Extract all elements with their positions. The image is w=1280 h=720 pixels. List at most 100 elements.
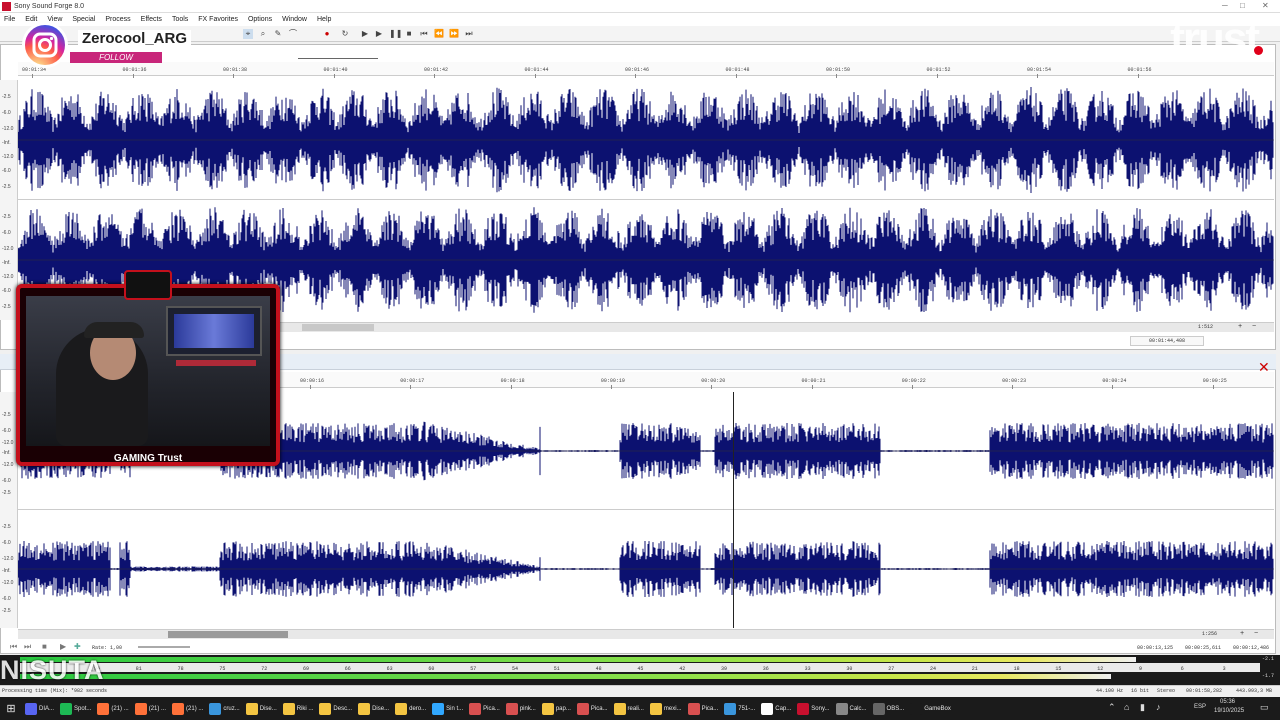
forward-icon[interactable]: ⏩ [449,29,459,39]
ruler-tick-label: 00:01:48 [725,67,750,73]
status-size: 443.993,3 MB [1236,688,1273,694]
taskbar-item[interactable]: (21) ... [132,697,169,720]
top-scroll-thumb[interactable] [302,324,374,331]
taskbar-item[interactable]: Dise... [355,697,392,720]
taskbar-item[interactable]: (21) ... [169,697,206,720]
play-all-icon[interactable]: ▶ [360,29,370,39]
taskbar-item[interactable]: reali... [611,697,647,720]
bottom-play-icon[interactable]: ▶ [60,642,66,651]
window-title: Sony Sound Forge 8.0 [14,2,85,10]
ruler-tick-label: 00:00:16 [300,378,325,384]
envelope-tool-icon[interactable]: ⌒ [288,29,298,39]
minimize-button[interactable]: ─ [1222,1,1228,10]
bottom-play-all-icon[interactable]: ✚ [74,642,81,651]
notification-icon[interactable]: ▭ [1260,702,1269,713]
taskbar-item[interactable]: Desc... [316,697,355,720]
edit-tool-icon[interactable]: ⌖ [243,29,253,39]
bottom-horizontal-scrollbar[interactable] [18,629,1274,639]
ruler-tick-label: 00:01:54 [1027,67,1052,73]
menu-file[interactable]: File [4,16,15,23]
db-label: -12.0 [2,154,14,160]
zoom-in-icon[interactable]: + [1238,323,1242,331]
taskbar-item[interactable]: Pica... [466,697,503,720]
status-processing: Processing time (Mix): *982 seconds [2,688,108,694]
loop-icon[interactable]: ↻ [340,29,350,39]
taskbar-item[interactable]: Pica... [685,697,722,720]
pause-icon[interactable]: ❚❚ [389,29,402,39]
playback-cursor[interactable] [733,392,734,628]
taskbar-item-label: Cap... [775,705,792,712]
taskbar-item[interactable]: pap... [539,697,574,720]
taskbar-item[interactable]: Spot... [57,697,94,720]
taskbar-item[interactable]: 751-... [721,697,758,720]
taskbar-item[interactable]: dero... [392,697,429,720]
ruler-tick [132,74,134,78]
bottom-scroll-thumb[interactable] [168,631,288,638]
taskbar-item[interactable]: Calc... [833,697,870,720]
clock-time[interactable]: 05:36 [1220,699,1235,705]
bottom-stop-icon[interactable]: ■ [42,642,47,651]
meter-scale-label: 72 [261,666,268,672]
app-icon [134,702,147,715]
ruler-tick-label: 00:00:24 [1102,378,1127,384]
meter-scale-label: 18 [1013,666,1020,672]
menu-help[interactable]: Help [317,16,331,23]
play-icon[interactable]: ▶ [374,29,384,39]
taskbar-item[interactable]: (21) ... [94,697,131,720]
taskbar-item[interactable]: Pica... [574,697,611,720]
ruler-tick [333,74,335,78]
bottom-waveform-right-channel[interactable] [18,510,1274,628]
bottom-go-end-icon[interactable]: ⏭ [24,642,31,652]
language-indicator[interactable]: ESP [1194,704,1206,710]
pencil-tool-icon[interactable]: ✎ [273,29,283,39]
stop-icon[interactable]: ■ [404,29,414,39]
battery-icon[interactable]: ▮ [1140,702,1145,713]
top-waveform-left-channel[interactable] [18,80,1274,200]
rewind-icon[interactable]: ⏪ [434,29,444,39]
zoom-out-icon[interactable]: − [1252,323,1256,331]
taskbar-item[interactable]: pink... [503,697,539,720]
db-label: -6.0 [2,110,11,116]
record-icon[interactable]: ● [322,29,332,39]
taskbar-item[interactable]: Sin t... [429,697,466,720]
clock-date[interactable]: 19/10/2025 [1214,708,1244,714]
magnify-tool-icon[interactable]: ⌕ [258,29,268,39]
taskbar-item[interactable]: Riki ... [280,697,317,720]
go-start-icon[interactable]: ⏮ [419,29,429,39]
network-icon[interactable]: ⌂ [1124,702,1129,712]
follow-badge: FOLLOW [70,52,162,63]
db-label: -2.5 [2,608,11,614]
maximize-button[interactable]: □ [1240,1,1245,10]
volume-icon[interactable]: ♪ [1156,702,1161,712]
zoom-in-icon[interactable]: + [1240,630,1244,638]
menu-fx-favorites[interactable]: FX Favorites [198,16,238,23]
close-button[interactable]: ✕ [1262,1,1269,10]
rate-slider[interactable] [138,646,190,648]
taskbar-item[interactable]: mexi... [647,697,685,720]
taskbar-item[interactable]: GameBox [907,697,954,720]
start-button[interactable]: ⊞ [0,697,22,720]
tray-chevron-icon[interactable]: ⌃ [1108,702,1116,713]
zoom-out-icon[interactable]: − [1254,630,1258,638]
db-label: -12.0 [2,580,14,586]
menu-window[interactable]: Window [282,16,307,23]
webcam-caption: GAMING Trust [113,453,183,464]
taskbar-item[interactable]: Dise... [243,697,280,720]
taskbar-item[interactable]: Sony... [794,697,832,720]
menu-options[interactable]: Options [248,16,272,23]
taskbar-item-label: cruz... [223,705,240,712]
app-icon [797,702,810,715]
ruler-tick-label: 00:00:23 [1002,378,1027,384]
db-label: -2.5 [2,490,11,496]
taskbar-item[interactable]: Cap... [758,697,794,720]
taskbar-item[interactable]: cruz... [206,697,242,720]
go-end-icon[interactable]: ⏭ [464,29,474,39]
taskbar-item-label: reali... [627,705,644,712]
taskbar-item[interactable]: OBS... [870,697,908,720]
top-region-marker[interactable] [298,58,378,64]
bottom-go-start-icon[interactable]: ⏮ [10,642,17,652]
ruler-tick [735,74,737,78]
taskbar-item[interactable]: DIA... [22,697,57,720]
toolbar [0,26,1280,42]
ruler-tick-label: 00:01:38 [223,67,248,73]
